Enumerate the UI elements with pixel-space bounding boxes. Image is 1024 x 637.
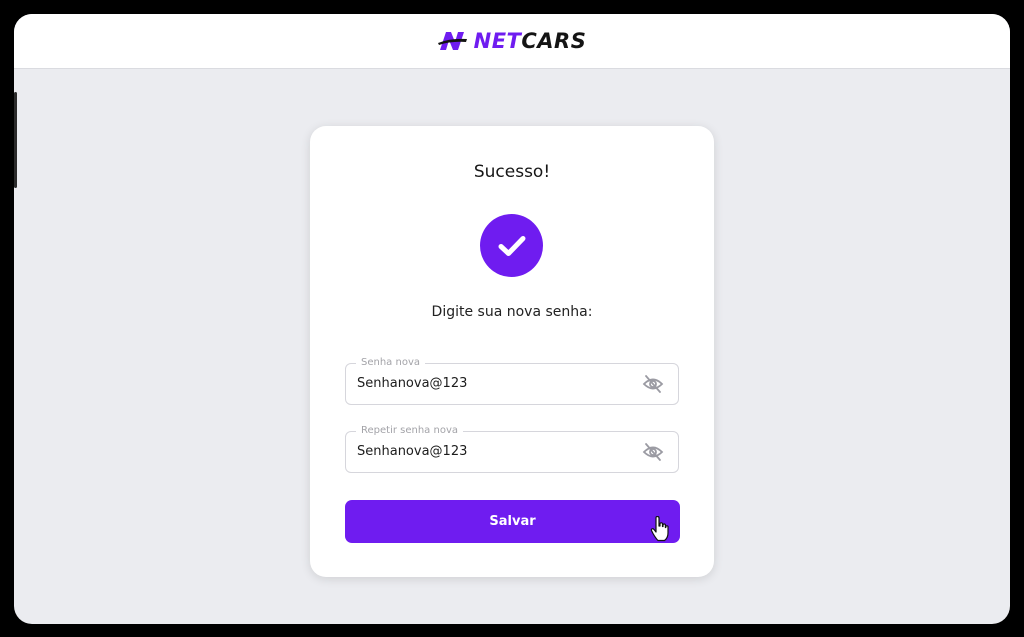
repeat-password-label: Repetir senha nova xyxy=(356,424,463,438)
new-password-input[interactable]: Senhanova@123 xyxy=(357,376,467,391)
repeat-password-field[interactable]: Repetir senha nova Senhanova@123 xyxy=(345,424,679,473)
check-icon xyxy=(498,235,525,256)
hand-cursor-icon xyxy=(650,516,669,542)
save-button[interactable]: Salvar xyxy=(345,500,680,543)
eye-off-icon[interactable] xyxy=(642,442,664,462)
card-title: Sucesso! xyxy=(473,162,551,182)
logo-text-net: NET xyxy=(473,29,522,53)
success-badge xyxy=(480,214,543,277)
instruction-text: Digite sua nova senha: xyxy=(431,304,593,320)
logo-mark-icon xyxy=(437,32,467,50)
top-header: NET CARS xyxy=(14,14,1010,69)
app-window: NET CARS Sucesso! Digite sua nova senha:… xyxy=(14,14,1010,624)
eye-off-icon[interactable] xyxy=(642,374,664,394)
logo-text: NET CARS xyxy=(474,29,587,53)
new-password-field[interactable]: Senha nova Senhanova@123 xyxy=(345,356,679,405)
logo-text-cars: CARS xyxy=(521,29,587,53)
new-password-label: Senha nova xyxy=(356,356,425,370)
device-side-button xyxy=(14,92,17,188)
repeat-password-input[interactable]: Senhanova@123 xyxy=(357,444,467,459)
reset-password-card: Sucesso! Digite sua nova senha: Senha no… xyxy=(310,126,714,577)
netcars-logo[interactable]: NET CARS xyxy=(437,29,587,53)
